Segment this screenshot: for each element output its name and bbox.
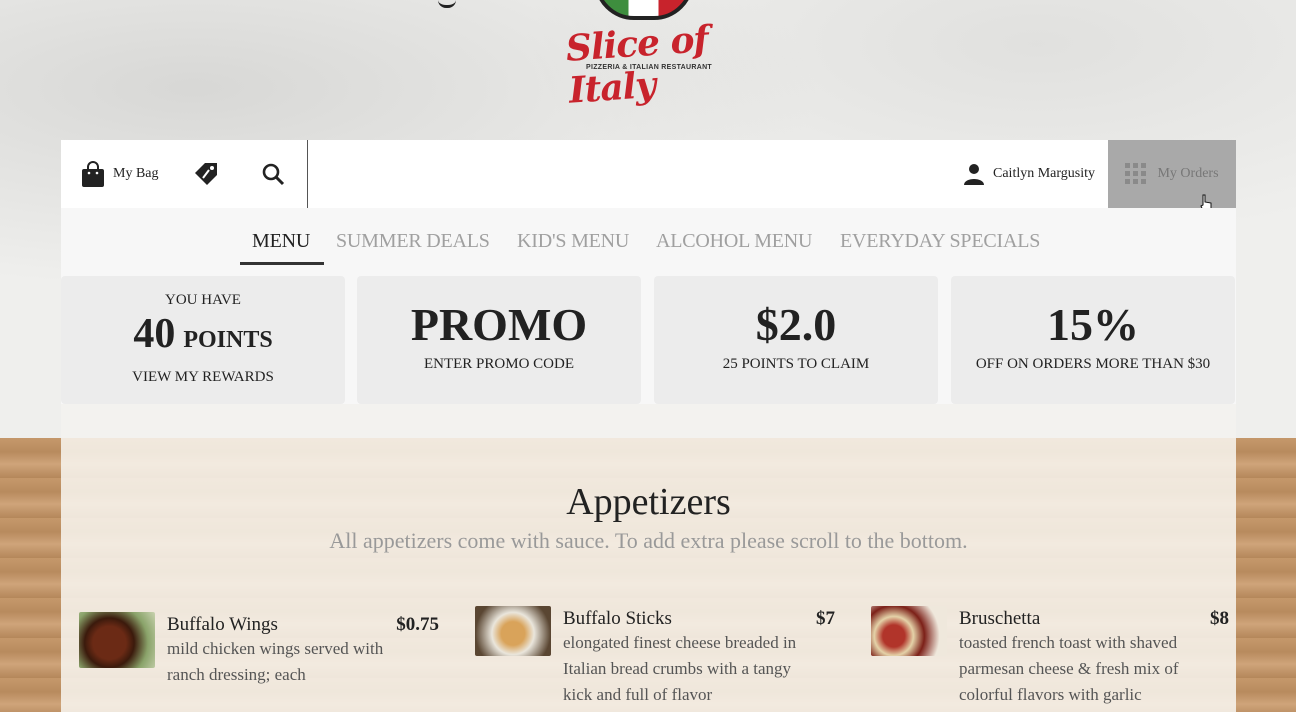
- shopping-bag-icon: [82, 161, 104, 187]
- item-description: toasted french toast with shaved parmesa…: [959, 633, 1179, 704]
- search-icon: [262, 163, 285, 186]
- my-orders-label: My Orders: [1157, 166, 1219, 181]
- my-bag-label: My Bag: [113, 166, 159, 181]
- content-spacer: [61, 404, 1236, 438]
- user-name: Caitlyn Margusity: [993, 166, 1096, 181]
- item-name: Buffalo Sticks: [563, 608, 672, 629]
- promo-card[interactable]: PROMO ENTER PROMO CODE: [357, 276, 641, 404]
- claim-card[interactable]: $2.0 25 POINTS TO CLAIM: [654, 276, 938, 404]
- buffalo-sticks-image: [475, 606, 551, 656]
- tag-percent-icon: [195, 163, 217, 185]
- toolbar-divider: [307, 140, 308, 208]
- section-subtitle: All appetizers come with sauce. To add e…: [329, 528, 968, 553]
- item-description: mild chicken wings served with ranch dre…: [167, 639, 384, 684]
- logo-subtitle: PIZZERIA & ITALIAN RESTAURANT: [586, 64, 713, 71]
- restaurant-logo[interactable]: Slice of Italy PIZZERIA & ITALIAN RESTAU…: [560, 0, 736, 112]
- tab-alcohol-menu[interactable]: ALCOHOL MENU: [656, 230, 812, 253]
- claim-subtitle: 25 POINTS TO CLAIM: [722, 356, 870, 372]
- my-bag-button[interactable]: My Bag: [81, 140, 159, 208]
- view-rewards-link[interactable]: VIEW MY REWARDS: [61, 369, 345, 386]
- discount-subtitle: OFF ON ORDERS MORE THAN $30: [975, 356, 1211, 372]
- item-description: elongated finest cheese breaded in Itali…: [563, 633, 797, 704]
- points-count: 40: [133, 311, 176, 357]
- discount-card[interactable]: 15% OFF ON ORDERS MORE THAN $30: [951, 276, 1235, 404]
- user-account-button[interactable]: Caitlyn Margusity: [963, 140, 1095, 208]
- menu-item-buffalo-wings[interactable]: Buffalo Wings $0.75 mild chicken wings s…: [79, 612, 439, 712]
- main-panel: My Bag Caitlyn Margusity My Orders MENU …: [61, 140, 1236, 712]
- tab-menu[interactable]: MENU: [252, 230, 310, 253]
- tab-summer-deals[interactable]: SUMMER DEALS: [336, 230, 490, 253]
- points-unit: POINTS: [183, 327, 273, 353]
- promo-title: PROMO: [410, 299, 588, 350]
- section-title: Appetizers: [566, 481, 731, 523]
- menu-item-bruschetta[interactable]: Bruschetta $8 toasted french toast with …: [871, 606, 1229, 712]
- points-card[interactable]: YOU HAVE 40 POINTS VIEW MY REWARDS: [61, 276, 345, 404]
- rewards-cards: YOU HAVE 40 POINTS VIEW MY REWARDS PROMO …: [61, 276, 1236, 404]
- deals-tag-button[interactable]: [193, 140, 219, 208]
- promo-subtitle: ENTER PROMO CODE: [423, 356, 574, 372]
- claim-amount: $2.0: [755, 299, 837, 350]
- search-button[interactable]: [261, 140, 285, 208]
- active-tab-indicator: [240, 262, 324, 265]
- tab-kids-menu[interactable]: KID'S MENU: [517, 230, 629, 253]
- menu-tabs: MENU SUMMER DEALS KID'S MENU ALCOHOL MEN…: [61, 208, 1236, 276]
- my-orders-button[interactable]: My Orders: [1108, 140, 1236, 208]
- top-toolbar: My Bag Caitlyn Margusity My Orders: [61, 140, 1236, 214]
- discount-percent: 15%: [1047, 299, 1139, 350]
- grid-icon: [1125, 163, 1147, 184]
- points-value: 40 POINTS: [61, 310, 345, 358]
- user-icon: [964, 164, 984, 185]
- item-name: Bruschetta: [959, 608, 1041, 629]
- item-price: $0.75: [396, 614, 439, 635]
- buffalo-wings-image: [79, 612, 155, 668]
- item-price: $8: [1210, 608, 1229, 629]
- bruschetta-image: [871, 606, 947, 656]
- appetizers-section: Appetizers All appetizers come with sauc…: [61, 438, 1236, 712]
- tab-everyday-specials[interactable]: EVERYDAY SPECIALS: [840, 230, 1040, 253]
- item-name: Buffalo Wings: [167, 614, 278, 635]
- you-have-label: YOU HAVE: [165, 292, 241, 308]
- menu-item-buffalo-sticks[interactable]: Buffalo Sticks $7 elongated finest chees…: [475, 606, 835, 712]
- item-price: $7: [816, 608, 835, 629]
- logo-shield-icon: [594, 0, 694, 20]
